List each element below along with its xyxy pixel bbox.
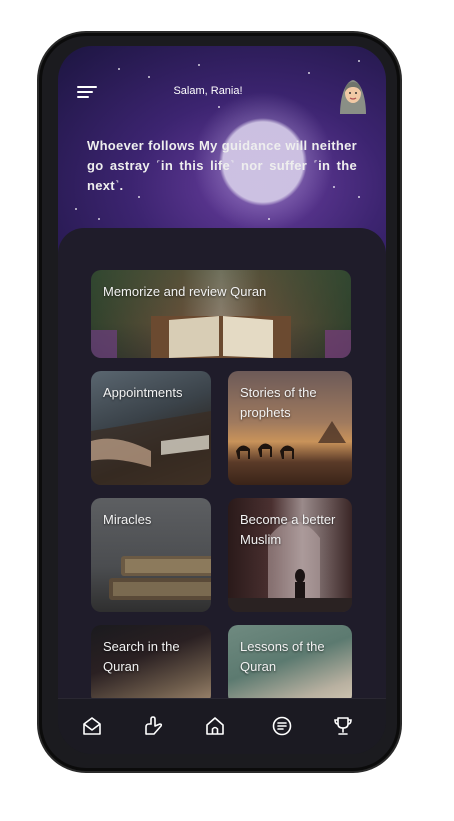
- card-miracles[interactable]: Miracles: [91, 498, 211, 612]
- nav-home[interactable]: [204, 715, 226, 737]
- avatar-icon: [340, 80, 366, 114]
- greeting-text: Salam, Rania!: [173, 85, 243, 97]
- features-panel: Memorize and review Quran Appointments S…: [58, 228, 386, 705]
- avatar[interactable]: [336, 76, 370, 114]
- card-label: Appointments: [103, 385, 183, 400]
- bottom-nav: [58, 698, 386, 754]
- card-appointments[interactable]: Appointments: [91, 371, 211, 485]
- card-stories-prophets[interactable]: Stories of the prophets: [228, 371, 352, 485]
- card-label: Search in the Quran: [103, 639, 180, 674]
- card-label: Stories of the prophets: [240, 385, 317, 420]
- quote-text: Whoever follows My guidance will neither…: [87, 138, 357, 193]
- card-better-muslim[interactable]: Become a better Muslim: [228, 498, 352, 612]
- card-label: Miracles: [103, 512, 152, 527]
- read-icon: [83, 717, 101, 735]
- card-label: Memorize and review Quran: [103, 284, 267, 299]
- list-icon: [272, 716, 292, 736]
- nav-trophy[interactable]: [332, 715, 354, 737]
- app-screen: Salam, Rania! Whoever follows My guidanc…: [58, 46, 386, 754]
- card-label: Lessons of the Quran: [240, 639, 325, 674]
- card-search-quran[interactable]: Search in the Quran: [91, 625, 211, 705]
- home-icon: [206, 717, 224, 735]
- nav-hands[interactable]: [142, 715, 164, 737]
- card-lessons-quran[interactable]: Lessons of the Quran: [228, 625, 352, 705]
- nav-read[interactable]: [81, 715, 103, 737]
- trophy-icon: [334, 717, 352, 735]
- card-memorize-quran[interactable]: Memorize and review Quran: [91, 270, 351, 358]
- card-label: Become a better Muslim: [240, 512, 336, 547]
- hands-icon: [145, 716, 163, 735]
- nav-list[interactable]: [271, 715, 293, 737]
